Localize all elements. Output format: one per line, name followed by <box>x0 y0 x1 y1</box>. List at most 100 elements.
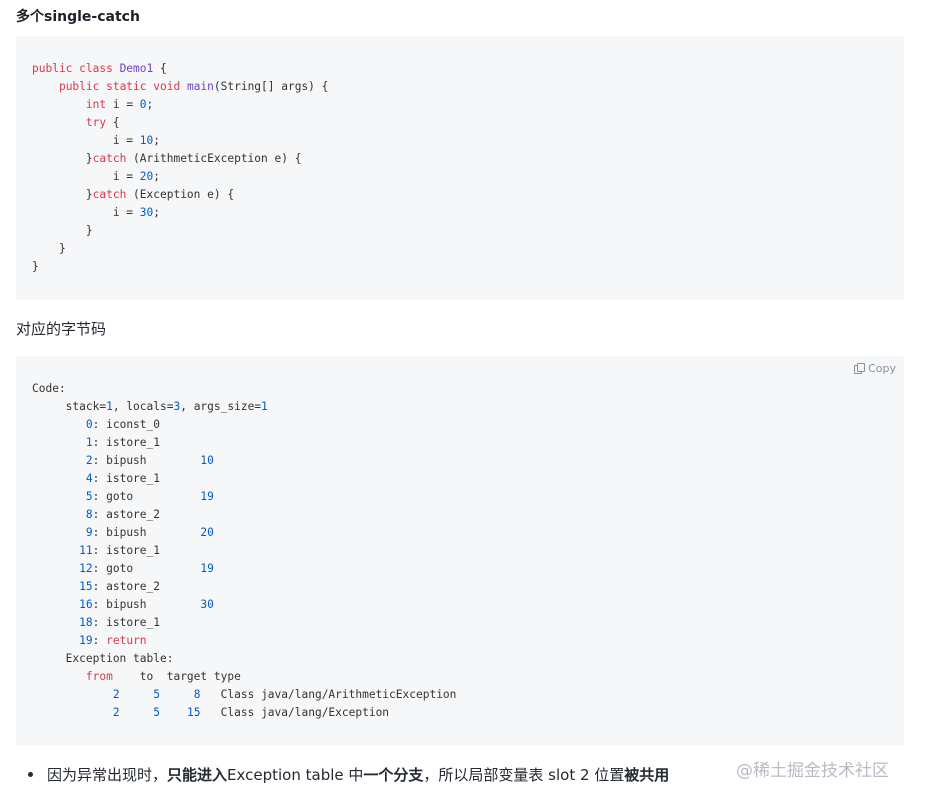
code-line: 12: goto 19 <box>32 560 456 578</box>
code-token: (String[] args) { <box>213 80 329 93</box>
code-token: Code: <box>32 382 66 395</box>
code-token: 2 <box>85 454 93 467</box>
code-token: } <box>32 152 93 165</box>
code-token: 0 <box>139 98 147 111</box>
bullet-text-2: Exception table 中 <box>227 766 364 784</box>
code-line: 15: astore_2 <box>32 578 456 596</box>
code-token: : bipush <box>92 454 201 467</box>
code-line: 9: bipush 20 <box>32 524 456 542</box>
code-line: from to target type <box>32 668 456 686</box>
code-line: public class Demo1 { <box>32 60 328 78</box>
code-token: i = <box>32 206 140 219</box>
code-token: : istore_1 <box>92 472 160 485</box>
code-token: } <box>32 188 93 201</box>
code-token: 11 <box>79 544 93 557</box>
code-token: 0 <box>85 418 93 431</box>
code-token: Demo1 <box>119 62 154 75</box>
code-token: , args_size= <box>180 400 262 413</box>
code-token: return <box>106 634 147 647</box>
code-line: 19: return <box>32 632 456 650</box>
code-token: Exception table: <box>32 652 174 665</box>
code-token: 12 <box>79 562 93 575</box>
code-token: 15 <box>186 706 201 719</box>
code-token: ; <box>153 206 161 219</box>
bullet-bold-2: 一个分支 <box>363 766 424 784</box>
code-token: 15 <box>79 580 93 593</box>
code-token: main <box>186 80 214 93</box>
java-source-code: public class Demo1 { public static void … <box>32 60 328 276</box>
code-token: , locals= <box>112 400 174 413</box>
code-token: : <box>92 634 107 647</box>
code-token: ; <box>153 134 161 147</box>
code-line: } <box>32 258 328 276</box>
code-line: Exception table: <box>32 650 456 668</box>
code-line: 8: astore_2 <box>32 506 456 524</box>
code-token: public static void <box>58 80 187 93</box>
copy-icon <box>854 363 866 374</box>
code-line: 16: bipush 30 <box>32 596 456 614</box>
code-token: { <box>153 62 167 75</box>
code-token: 19 <box>200 562 214 575</box>
code-token: 4 <box>85 472 93 485</box>
code-token: int <box>85 98 107 111</box>
code-line: } <box>32 222 328 240</box>
bullet-bold-1: 只能进入 <box>167 766 228 784</box>
code-token: : goto <box>92 490 201 503</box>
code-line: stack=1, locals=3, args_size=1 <box>32 398 456 416</box>
code-line: 2 5 8 Class java/lang/ArithmeticExceptio… <box>32 686 457 704</box>
code-token: 10 <box>139 134 154 147</box>
code-line: 0: iconst_0 <box>32 416 456 434</box>
code-line: try { <box>32 114 328 132</box>
code-token: Class java/lang/ArithmeticException <box>200 688 457 701</box>
code-token: 30 <box>139 206 154 219</box>
code-line: 1: istore_1 <box>32 434 456 452</box>
code-token: Class java/lang/Exception <box>200 706 390 719</box>
code-token: } <box>32 260 39 273</box>
code-token: 5 <box>153 688 161 701</box>
code-token: to target type <box>112 670 241 683</box>
code-token: 30 <box>200 598 214 611</box>
section-heading: 多个single-catch <box>16 9 140 25</box>
code-token: 20 <box>200 526 214 539</box>
code-token: 16 <box>79 598 93 611</box>
code-line: 4: istore_1 <box>32 470 456 488</box>
code-token: : astore_2 <box>92 580 160 593</box>
code-token: (Exception e) { <box>126 188 235 201</box>
code-token: public class <box>32 62 120 75</box>
code-token: 19 <box>79 634 93 647</box>
bytecode-caption: 对应的字节码 <box>16 320 107 338</box>
code-token: i = <box>32 134 140 147</box>
bullet-text-1: 因为异常出现时， <box>47 766 168 784</box>
code-line: } <box>32 240 328 258</box>
code-token: 10 <box>200 454 214 467</box>
code-line: }catch (Exception e) { <box>32 186 328 204</box>
code-token: stack= <box>32 400 107 413</box>
code-line: Code: <box>32 380 456 398</box>
code-token: : iconst_0 <box>92 418 160 431</box>
code-line: }catch (ArithmeticException e) { <box>32 150 328 168</box>
code-token: try <box>85 116 107 129</box>
code-token: 5 <box>153 706 161 719</box>
code-token: 2 <box>112 688 120 701</box>
code-token: 5 <box>85 490 93 503</box>
code-token: 1 <box>85 436 93 449</box>
code-token: } <box>32 224 93 237</box>
code-token: 2 <box>112 706 120 719</box>
code-token: 20 <box>139 170 154 183</box>
code-line: i = 30; <box>32 204 328 222</box>
copy-button[interactable]: Copy <box>854 362 896 375</box>
copy-label: Copy <box>868 362 896 375</box>
list-item: 因为异常出现时， 只能进入 Exception table 中 一个分支 ，所以… <box>28 764 669 785</box>
code-token: 8 <box>85 508 93 521</box>
